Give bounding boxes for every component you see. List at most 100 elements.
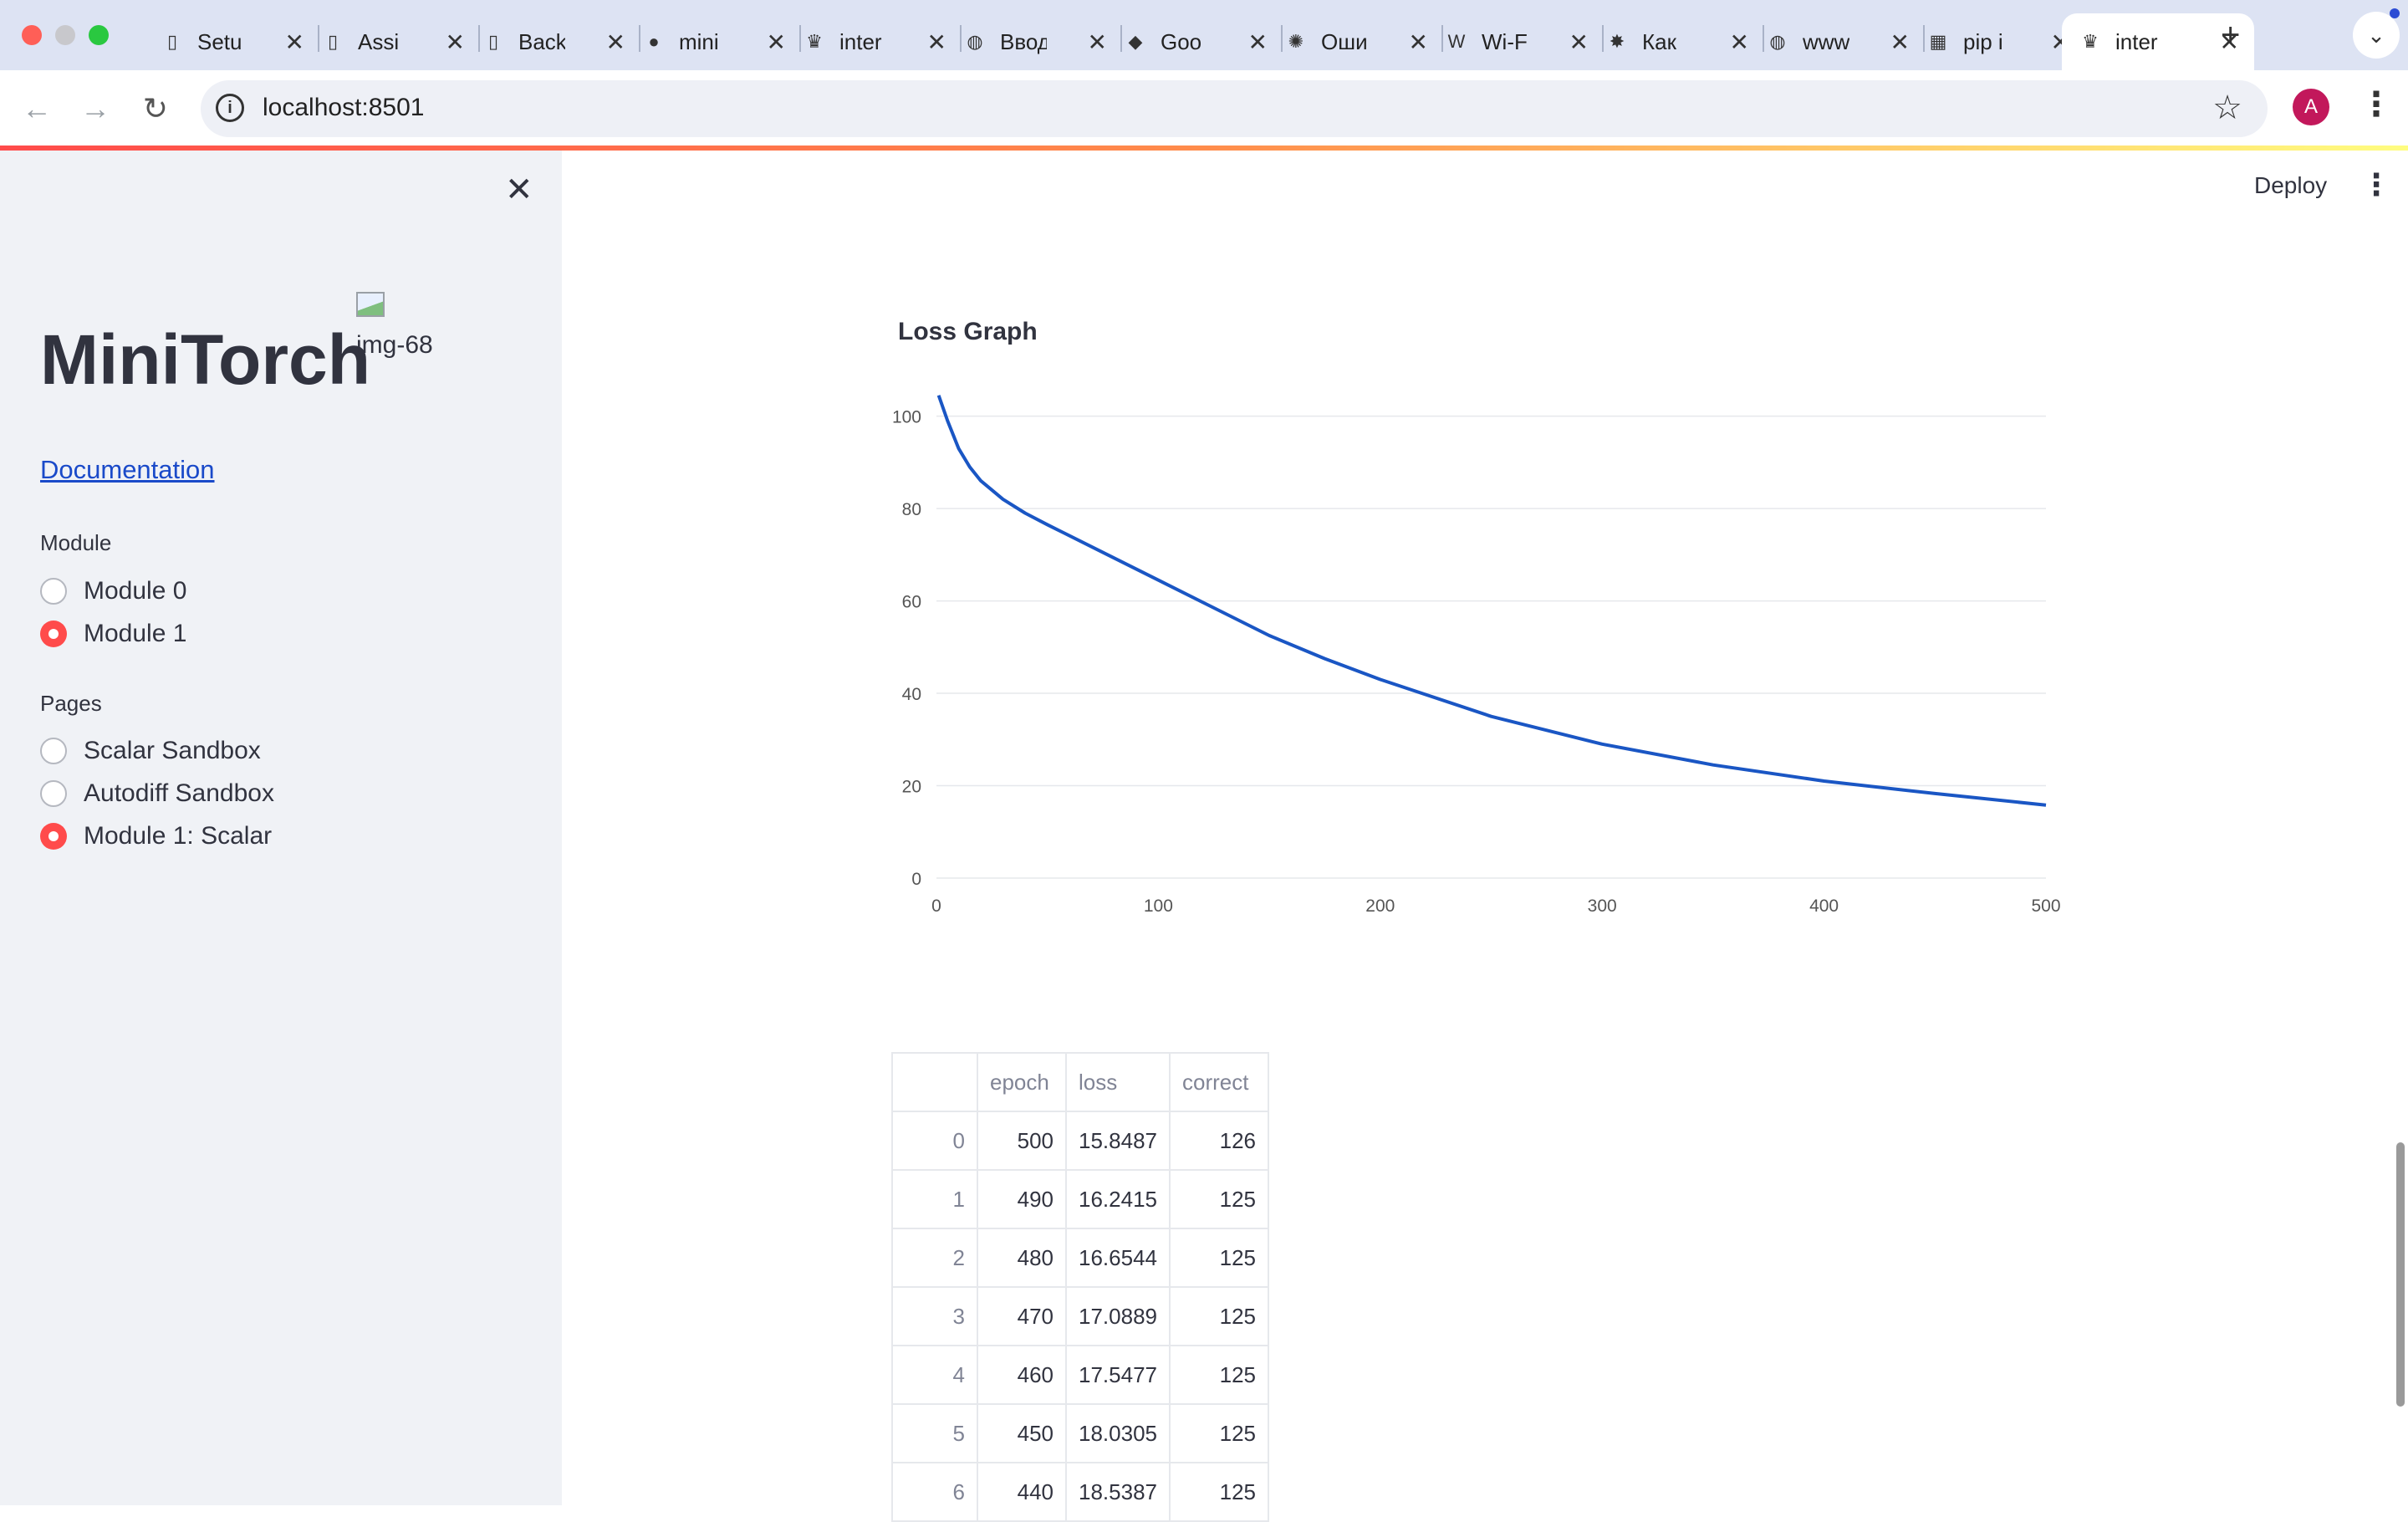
table-row[interactable]: 1 490 16.2415 125 [891, 1169, 1269, 1229]
table-cell[interactable]: 17.0889 [1065, 1286, 1171, 1346]
table-cell[interactable]: 450 [977, 1403, 1067, 1463]
module-1-scalar-radio[interactable]: Module 1: Scalar [40, 822, 272, 850]
table-row[interactable]: 0 500 15.8487 126 [891, 1111, 1269, 1171]
index-header [891, 1052, 978, 1112]
table-cell[interactable]: 125 [1169, 1286, 1269, 1346]
scalar-sandbox-radio[interactable]: Scalar Sandbox [40, 737, 261, 765]
tab-label: www [1803, 28, 1849, 54]
close-icon[interactable]: ✕ [1890, 28, 1910, 56]
documentation-link[interactable]: Documentation [40, 455, 215, 485]
bookmark-star-icon[interactable]: ☆ [2212, 89, 2242, 127]
table-cell[interactable]: 126 [1169, 1111, 1269, 1171]
close-icon[interactable]: ✕ [1730, 28, 1749, 56]
module-label: Module [40, 530, 112, 555]
url-text[interactable]: localhost:8501 [263, 94, 424, 122]
tab-9[interactable]: ✸ Как ✕ [1589, 13, 1764, 70]
row-index: 2 [891, 1228, 978, 1288]
table-cell[interactable]: 16.2415 [1065, 1169, 1171, 1229]
back-button[interactable]: ← [15, 87, 59, 130]
data-table[interactable]: epoch loss correct 0 500 15.8487 126 1 490 16.… [891, 1052, 1269, 1522]
table-cell[interactable]: 17.5477 [1065, 1345, 1171, 1405]
column-header[interactable]: loss [1065, 1052, 1171, 1112]
close-icon[interactable]: ✕ [606, 28, 625, 56]
tab-5[interactable]: ◍ Ввод ✕ [946, 13, 1122, 70]
radio-label: Autodiff Sandbox [84, 779, 274, 807]
close-icon[interactable]: ✕ [446, 28, 465, 56]
x-tick-label: 100 [1144, 896, 1173, 916]
tab-11[interactable]: ▦ pip i ✕ [1910, 13, 2085, 70]
radio-unselected-icon[interactable] [40, 780, 67, 807]
crown-icon: ♛ [2082, 31, 2099, 52]
table-cell[interactable]: 18.0305 [1065, 1403, 1171, 1463]
profile-avatar[interactable]: A [2293, 89, 2329, 125]
radio-unselected-icon[interactable] [40, 578, 67, 605]
table-cell[interactable]: 18.5387 [1065, 1462, 1171, 1522]
tab-0[interactable]: ▯ Setu ✕ [144, 13, 319, 70]
table-cell[interactable]: 490 [977, 1169, 1067, 1229]
table-row[interactable]: 4 460 17.5477 125 [891, 1345, 1269, 1405]
close-sidebar-icon[interactable]: ✕ [505, 171, 533, 209]
close-icon[interactable]: ✕ [1409, 28, 1428, 56]
window-minimize-button[interactable] [55, 25, 75, 45]
table-cell[interactable]: 125 [1169, 1403, 1269, 1463]
column-header[interactable]: correct [1169, 1052, 1269, 1112]
tab-3[interactable]: ● mini ✕ [625, 13, 801, 70]
tab-label: pip i [1963, 28, 2003, 54]
module-1-radio[interactable]: Module 1 [40, 620, 186, 648]
tab-search-button[interactable]: ⌄ [2353, 12, 2400, 59]
column-header[interactable]: epoch [977, 1052, 1067, 1112]
table-cell[interactable]: 15.8487 [1065, 1111, 1171, 1171]
tab-6[interactable]: ◆ Goo ✕ [1107, 13, 1283, 70]
table-cell[interactable]: 125 [1169, 1345, 1269, 1405]
tab-4[interactable]: ♛ inter ✕ [786, 13, 962, 70]
row-index: 6 [891, 1462, 978, 1522]
window-maximize-button[interactable] [89, 25, 109, 45]
close-icon[interactable]: ✕ [1248, 28, 1268, 56]
site-info-icon[interactable]: i [216, 94, 244, 122]
page-scrollbar[interactable] [2396, 1142, 2405, 1407]
tab-2[interactable]: ▯ Back ✕ [465, 13, 640, 70]
reload-button[interactable]: ↻ [134, 87, 177, 130]
radio-selected-icon[interactable] [40, 823, 67, 850]
tab-label: inter [2115, 28, 2158, 54]
autodiff-sandbox-radio[interactable]: Autodiff Sandbox [40, 779, 274, 808]
table-row[interactable]: 2 480 16.6544 125 [891, 1228, 1269, 1288]
close-icon[interactable]: ✕ [767, 28, 786, 56]
table-row[interactable]: 3 470 17.0889 125 [891, 1286, 1269, 1346]
window-close-button[interactable] [22, 25, 42, 45]
address-bar[interactable]: i localhost:8501 ☆ [201, 80, 2268, 137]
pages-label: Pages [40, 691, 102, 716]
table-cell[interactable]: 500 [977, 1111, 1067, 1171]
tab-1[interactable]: ▯ Assi ✕ [304, 13, 480, 70]
tab-label: Wi-F [1482, 28, 1528, 54]
tab-8[interactable]: W Wi-F ✕ [1428, 13, 1604, 70]
forward-button[interactable]: → [74, 87, 117, 130]
table-cell[interactable]: 440 [977, 1462, 1067, 1522]
table-cell[interactable]: 16.6544 [1065, 1228, 1171, 1288]
module-0-radio[interactable]: Module 0 [40, 577, 186, 605]
main-menu-icon[interactable]: ⋮ [2361, 167, 2391, 202]
radio-selected-icon[interactable] [40, 621, 67, 647]
table-cell[interactable]: 125 [1169, 1228, 1269, 1288]
table-cell[interactable]: 125 [1169, 1462, 1269, 1522]
doc-icon: ▯ [487, 31, 499, 52]
y-tick-label: 20 [902, 778, 921, 797]
close-icon[interactable]: ✕ [927, 28, 946, 56]
table-cell[interactable]: 460 [977, 1345, 1067, 1405]
tab-10[interactable]: ◍ www ✕ [1749, 13, 1925, 70]
table-cell[interactable]: 470 [977, 1286, 1067, 1346]
table-row[interactable]: 5 450 18.0305 125 [891, 1403, 1269, 1463]
new-tab-button[interactable]: + [2221, 17, 2240, 54]
loss-line[interactable] [936, 395, 2047, 807]
browser-menu-icon[interactable]: ⋮ [2360, 85, 2393, 124]
tab-label: inter [839, 28, 882, 54]
close-icon[interactable]: ✕ [285, 28, 304, 56]
close-icon[interactable]: ✕ [1088, 28, 1107, 56]
radio-unselected-icon[interactable] [40, 738, 67, 764]
table-row[interactable]: 6 440 18.5387 125 [891, 1462, 1269, 1522]
table-cell[interactable]: 480 [977, 1228, 1067, 1288]
table-cell[interactable]: 125 [1169, 1169, 1269, 1229]
tab-7[interactable]: ✺ Оши ✕ [1268, 13, 1443, 70]
close-icon[interactable]: ✕ [1569, 28, 1589, 56]
deploy-button[interactable]: Deploy [2254, 172, 2327, 199]
